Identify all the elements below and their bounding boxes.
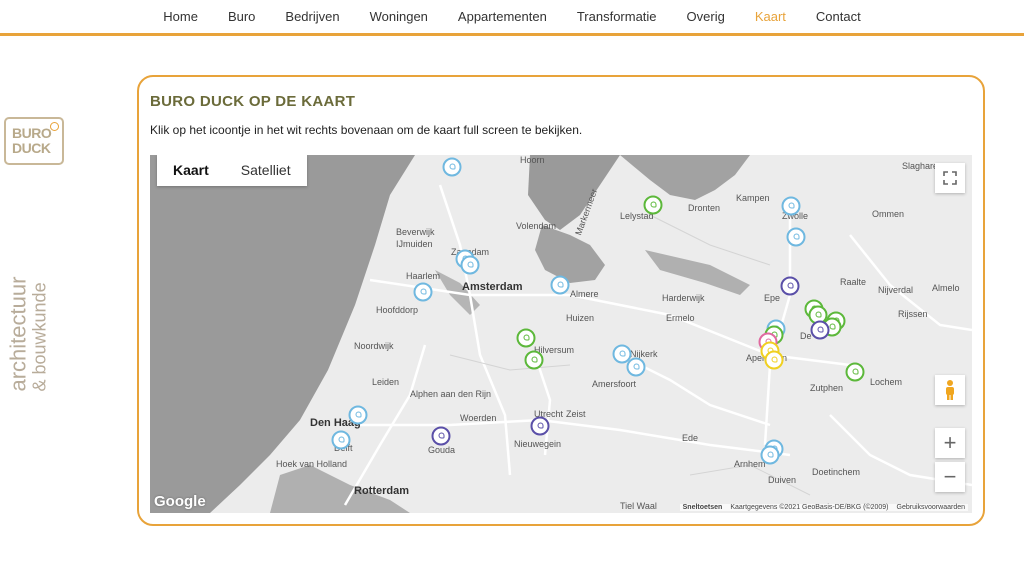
terms-link[interactable]: Gebruiksvoorwaarden [897, 504, 965, 511]
project-marker[interactable] [781, 196, 801, 216]
project-marker[interactable] [442, 157, 462, 177]
keyboard-shortcuts-link[interactable]: Sneltoetsen [683, 504, 723, 511]
map-type-kaart[interactable]: Kaart [157, 155, 225, 186]
place-amsterdam: Amsterdam [462, 281, 523, 293]
tagline-architectuur: architectuur [5, 276, 31, 392]
place-alphen: Alphen aan den Rijn [410, 389, 492, 399]
place-rijssen: Rijssen [898, 309, 928, 319]
place-harderwijk: Harderwijk [662, 293, 705, 303]
place-dronten: Dronten [688, 203, 721, 213]
nav-buro[interactable]: Buro [213, 9, 270, 24]
place-arnhem: Arnhem [734, 459, 766, 469]
nav-appartementen[interactable]: Appartementen [443, 9, 562, 24]
project-marker[interactable] [460, 255, 480, 275]
place-epe: Epe [764, 293, 781, 303]
place-nijverdal: Nijverdal [878, 285, 914, 295]
project-marker[interactable] [810, 320, 830, 340]
place-hoorn: Hoorn [520, 155, 545, 165]
place-volendam: Volendam [516, 221, 557, 231]
nav-contact[interactable]: Contact [801, 9, 876, 24]
project-marker[interactable] [786, 227, 806, 247]
zoom-out-button[interactable]: − [935, 462, 965, 492]
place-zutphen: Zutphen [810, 383, 844, 393]
project-marker[interactable] [626, 357, 646, 377]
place-ijmuiden: IJmuiden [396, 239, 433, 249]
place-huizen: Huizen [566, 313, 595, 323]
nav-transformatie[interactable]: Transformatie [562, 9, 672, 24]
place-lochem: Lochem [870, 377, 903, 387]
map-attribution: Sneltoetsen Kaartgegevens ©2021 GeoBasis… [679, 504, 968, 511]
place-hoofddorp: Hoofddorp [376, 305, 419, 315]
top-navigation: Home Buro Bedrijven Woningen Appartement… [0, 0, 1024, 36]
project-marker[interactable] [413, 282, 433, 302]
nav-kaart[interactable]: Kaart [740, 9, 801, 24]
place-ermelo: Ermelo [666, 313, 695, 323]
tagline-bouwkunde: & bouwkunde [29, 282, 50, 392]
google-logo[interactable]: Google [154, 493, 206, 510]
nav-bedrijven[interactable]: Bedrijven [270, 9, 354, 24]
place-doetinchem: Doetinchem [812, 467, 861, 477]
place-raalte: Raalte [840, 277, 867, 287]
place-nieuwegein: Nieuwegein [514, 439, 562, 449]
map-type-satelliet[interactable]: Satelliet [225, 155, 307, 186]
place-amersfoort: Amersfoort [592, 379, 637, 389]
place-woerden: Woerden [460, 413, 497, 423]
place-duiven: Duiven [768, 475, 797, 485]
fullscreen-button[interactable] [935, 163, 965, 193]
project-marker[interactable] [524, 350, 544, 370]
zoom-in-button[interactable]: + [935, 428, 965, 458]
map-base-illustration [150, 155, 972, 513]
place-haarlem: Haarlem [406, 271, 441, 281]
google-map[interactable]: Hoorn Volendam Markermeer Lelystad Dront… [150, 155, 972, 513]
place-gouda: Gouda [428, 445, 456, 455]
logo-badge-icon [50, 122, 59, 131]
place-rotterdam: Rotterdam [354, 485, 410, 497]
place-tiel-waal: Tiel Waal [620, 501, 657, 511]
nav-overig[interactable]: Overig [672, 9, 740, 24]
pegman-icon [946, 380, 954, 400]
page-description: Klik op het icoontje in het wit rechts b… [150, 123, 583, 137]
place-beverwijk: Beverwijk [396, 227, 435, 237]
place-kampen: Kampen [736, 193, 770, 203]
vertical-tagline: architectuur & bouwkunde [5, 137, 50, 392]
project-marker[interactable] [348, 405, 368, 425]
project-marker[interactable] [516, 328, 536, 348]
project-marker[interactable] [760, 445, 780, 465]
project-marker[interactable] [845, 362, 865, 382]
project-marker[interactable] [643, 195, 663, 215]
nav-woningen[interactable]: Woningen [355, 9, 443, 24]
fullscreen-icon [943, 171, 957, 185]
map-type-control: Kaart Satelliet [157, 155, 307, 186]
place-noordwijk: Noordwijk [354, 341, 394, 351]
project-marker[interactable] [764, 350, 784, 370]
place-zeist: Zeist [566, 409, 586, 419]
place-ommen: Ommen [872, 209, 905, 219]
place-almelo: Almelo [932, 283, 960, 293]
place-almere: Almere [570, 289, 599, 299]
project-marker[interactable] [530, 416, 550, 436]
place-leiden: Leiden [372, 377, 400, 387]
project-marker[interactable] [431, 426, 451, 446]
project-marker[interactable] [331, 430, 351, 450]
map-data-credit: Kaartgegevens ©2021 GeoBasis-DE/BKG (©20… [730, 504, 889, 511]
project-marker[interactable] [780, 276, 800, 296]
page-title: BURO DUCK OP DE KAART [150, 93, 356, 110]
place-deventer: De [800, 331, 812, 341]
place-hoek-van-holland: Hoek van Holland [276, 459, 348, 469]
place-ede: Ede [682, 433, 699, 443]
street-view-button[interactable] [935, 375, 965, 405]
project-marker[interactable] [550, 275, 570, 295]
nav-home[interactable]: Home [148, 9, 213, 24]
nav-menu: Home Buro Bedrijven Woningen Appartement… [0, 0, 1024, 33]
